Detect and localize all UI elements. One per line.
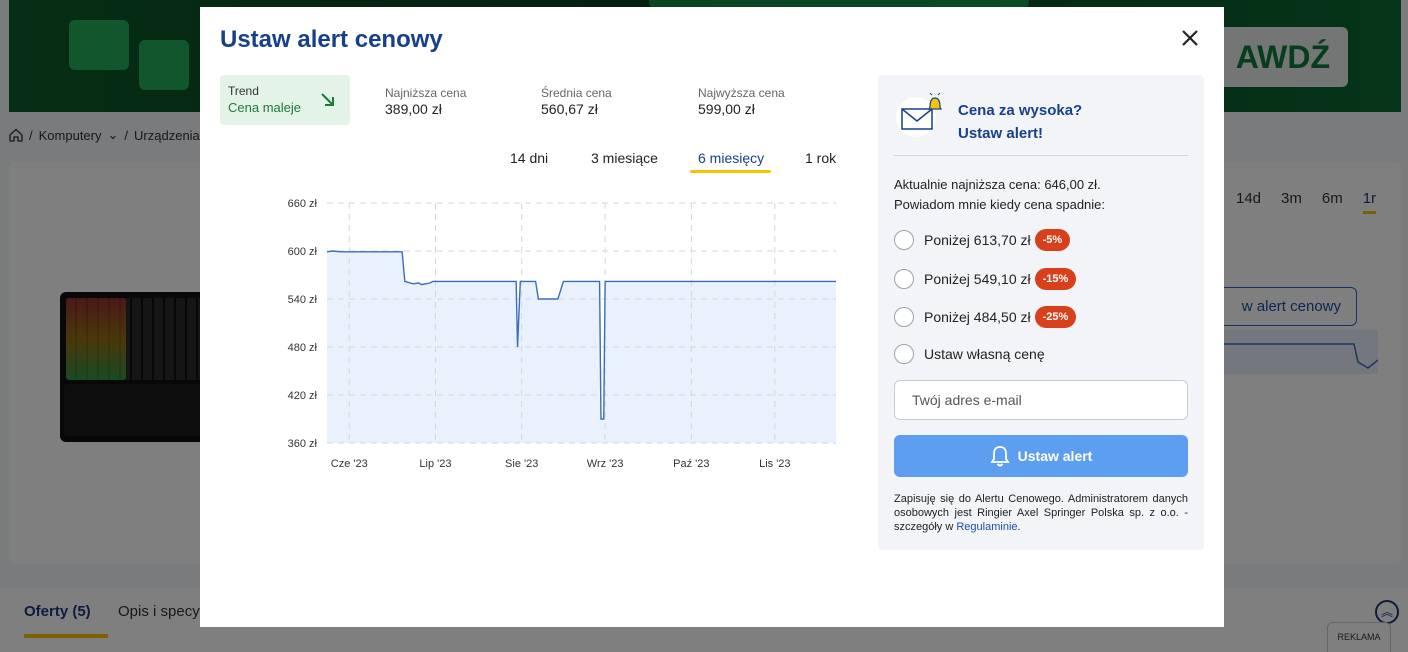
option-label: Poniżej 549,10 zł bbox=[924, 271, 1031, 287]
stat-value: 389,00 zł bbox=[385, 101, 442, 117]
stat-value: 560,67 zł bbox=[541, 101, 598, 117]
divider bbox=[894, 155, 1188, 156]
close-icon[interactable] bbox=[1175, 23, 1205, 53]
period-6m[interactable]: 6 miesięcy bbox=[698, 150, 764, 166]
alert-option-25[interactable]: Poniżej 484,50 zł -25% bbox=[894, 306, 1077, 328]
stat-average: Średnia cena 560,67 zł bbox=[541, 86, 612, 117]
period-underline bbox=[690, 170, 771, 173]
set-alert-button[interactable]: Ustaw alert bbox=[894, 435, 1188, 477]
discount-badge: -5% bbox=[1034, 229, 1071, 251]
radio-button[interactable] bbox=[894, 344, 914, 364]
discount-badge: -25% bbox=[1034, 306, 1077, 328]
chart-x-tick-label: Wrz '23 bbox=[587, 458, 624, 470]
chart-x-tick-label: Cze '23 bbox=[331, 458, 368, 470]
period-1y[interactable]: 1 rok bbox=[805, 150, 836, 166]
alert-panel: Cena za wysoka? Ustaw alert! Aktualnie n… bbox=[878, 75, 1204, 550]
alert-option-custom[interactable]: Ustaw własną cenę bbox=[894, 344, 1045, 364]
chart-y-tick-label: 480 zł bbox=[288, 342, 318, 354]
period-3m[interactable]: 3 miesiące bbox=[591, 150, 658, 166]
alert-option-5[interactable]: Poniżej 613,70 zł -5% bbox=[894, 229, 1071, 251]
email-field[interactable] bbox=[894, 380, 1188, 420]
stat-label: Najniższa cena bbox=[385, 86, 467, 100]
option-label: Poniżej 613,70 zł bbox=[924, 232, 1031, 248]
stat-value: 599,00 zł bbox=[698, 101, 755, 117]
radio-button[interactable] bbox=[894, 307, 914, 327]
stat-lowest: Najniższa cena 389,00 zł bbox=[385, 86, 466, 117]
option-label: Ustaw własną cenę bbox=[924, 346, 1045, 362]
arrow-down-right-icon bbox=[321, 93, 334, 106]
period-14d[interactable]: 14 dni bbox=[510, 150, 548, 166]
chart-y-tick-label: 540 zł bbox=[288, 294, 318, 306]
stat-label: Najwyższa cena bbox=[698, 86, 785, 100]
discount-badge: -15% bbox=[1034, 268, 1077, 290]
chart-y-tick-label: 360 zł bbox=[288, 438, 318, 450]
legal-end: . bbox=[1017, 521, 1021, 533]
radio-button[interactable] bbox=[894, 230, 914, 250]
modal-title: Ustaw alert cenowy bbox=[220, 26, 443, 53]
chart-x-tick-label: Lip '23 bbox=[419, 458, 451, 470]
panel-info: Aktualnie najniższa cena: 646,00 zł. Pow… bbox=[894, 175, 1105, 215]
envelope-bell-icon bbox=[896, 93, 942, 137]
bell-icon bbox=[989, 446, 1010, 467]
panel-title-line: Cena za wysoka? bbox=[958, 102, 1083, 119]
panel-title-line: Ustaw alert! bbox=[958, 125, 1044, 142]
current-price-text: Aktualnie najniższa cena: 646,00 zł. bbox=[894, 177, 1101, 192]
alert-option-15[interactable]: Poniżej 549,10 zł -15% bbox=[894, 268, 1077, 290]
stat-highest: Najwyższa cena 599,00 zł bbox=[698, 86, 785, 117]
chart-y-tick-label: 420 zł bbox=[288, 390, 318, 402]
notify-text: Powiadom mnie kiedy cena spadnie: bbox=[894, 197, 1106, 212]
legal-body: Zapisuję się do Alertu Cenowego. Adminis… bbox=[894, 493, 1188, 533]
chart-y-tick-label: 660 zł bbox=[288, 198, 318, 210]
radio-button[interactable] bbox=[894, 269, 914, 289]
price-alert-modal: Ustaw alert cenowy Trend Cena maleje Naj… bbox=[200, 7, 1224, 627]
stat-label: Średnia cena bbox=[541, 86, 612, 100]
chart-y-tick-label: 600 zł bbox=[288, 246, 318, 258]
option-label: Poniżej 484,50 zł bbox=[924, 309, 1031, 325]
trend-box: Trend Cena maleje bbox=[220, 75, 350, 125]
panel-title: Cena za wysoka? Ustaw alert! bbox=[958, 99, 1082, 145]
chart-x-tick-label: Lis '23 bbox=[759, 458, 790, 470]
set-alert-label: Ustaw alert bbox=[1017, 448, 1093, 464]
terms-link[interactable]: Regulaminie bbox=[956, 521, 1017, 533]
price-history-chart[interactable]: 660 zł 600 zł 540 zł 480 zł 420 zł 360 zł Cze … bbox=[260, 187, 840, 487]
chart-x-tick-label: Sie '23 bbox=[505, 458, 538, 470]
chart-x-tick-label: Paź '23 bbox=[673, 458, 709, 470]
legal-text: Zapisuję się do Alertu Cenowego. Adminis… bbox=[894, 492, 1188, 534]
